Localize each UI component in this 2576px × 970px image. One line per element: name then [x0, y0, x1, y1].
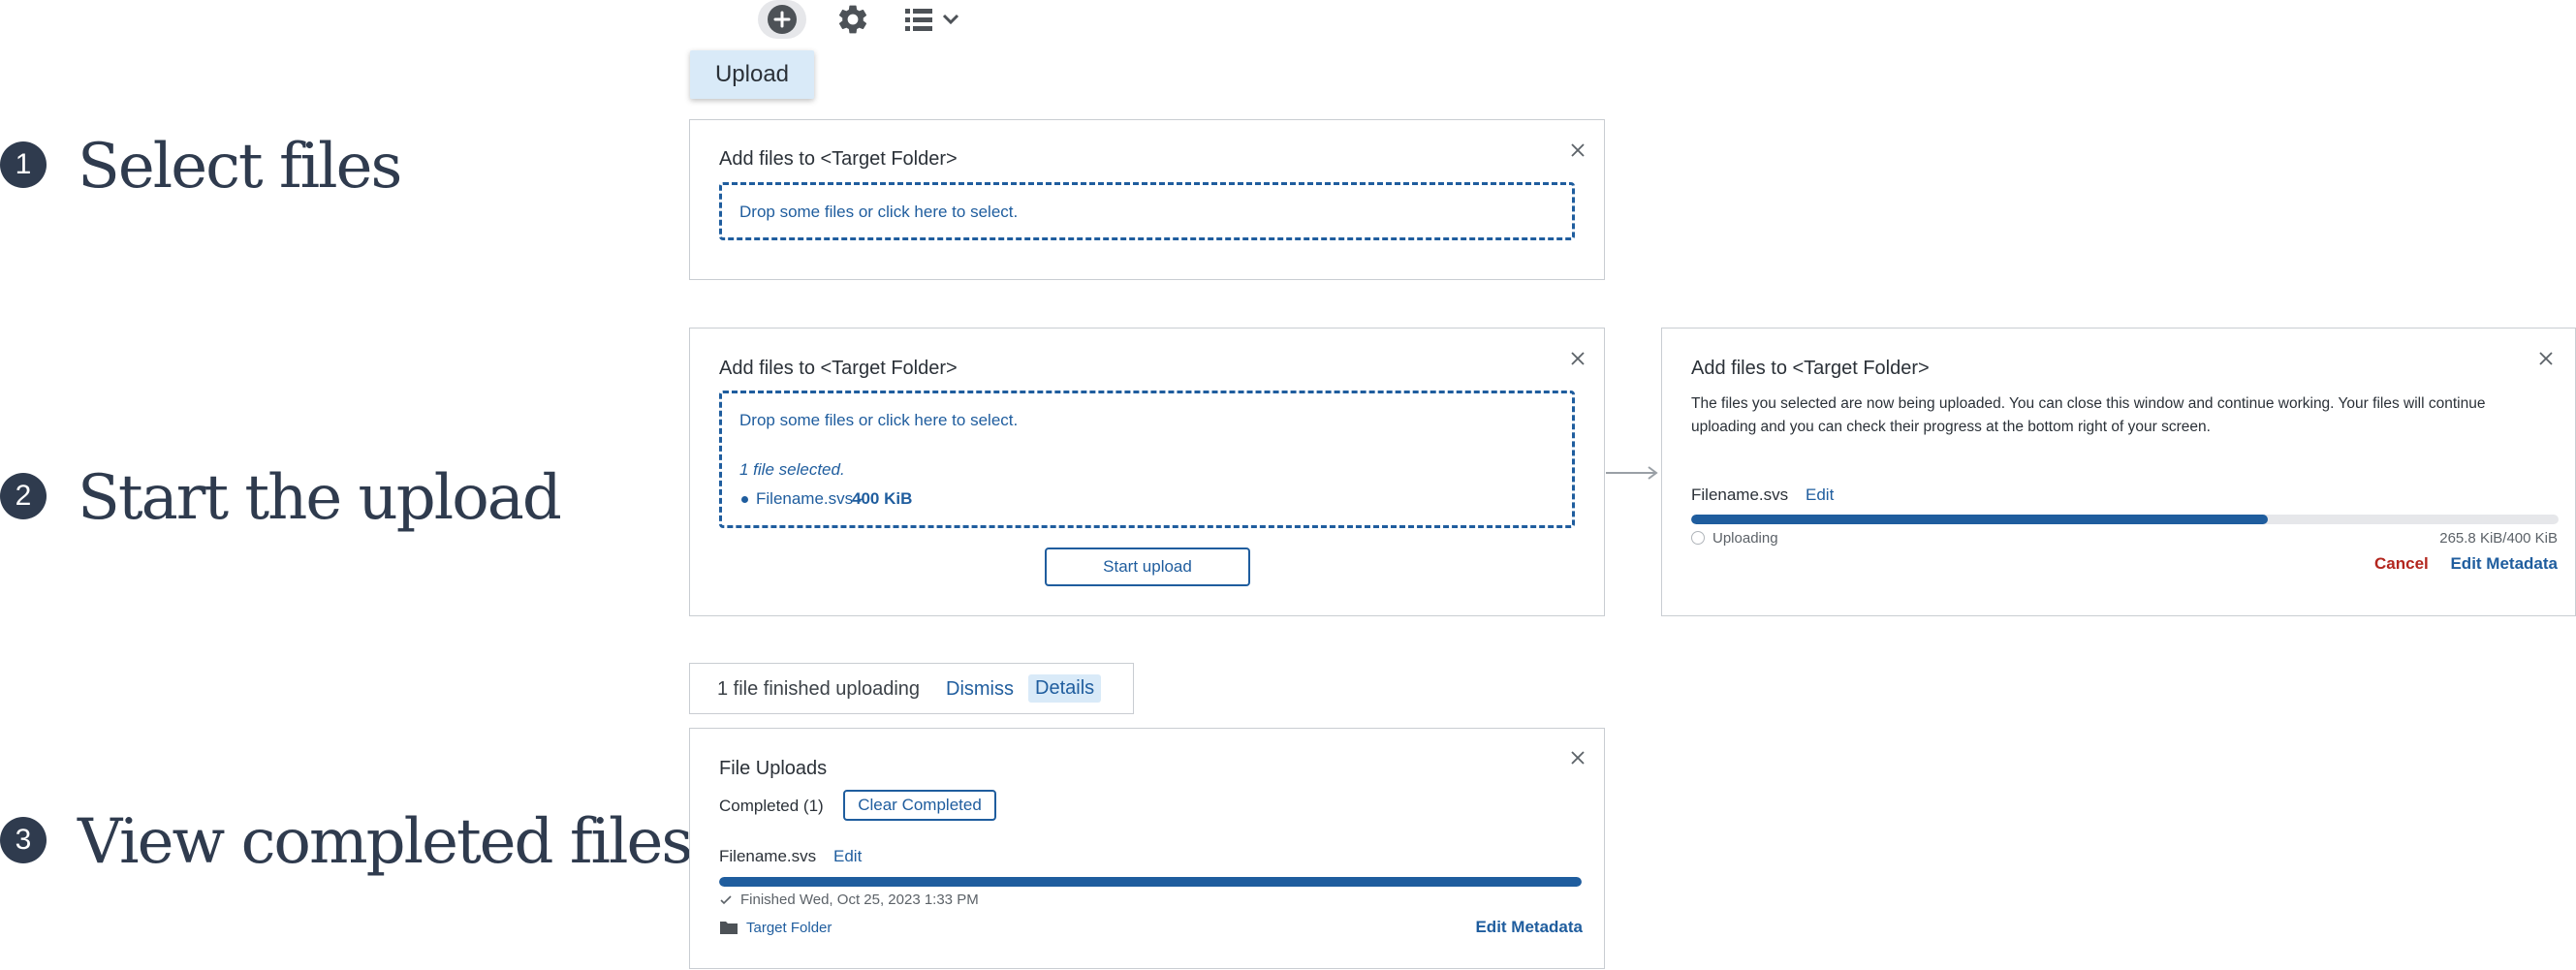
completed-label: Completed (1) [719, 797, 824, 815]
arrow-right-icon [1606, 466, 1658, 480]
chevron-down-icon [942, 14, 959, 25]
step-title-select-files: Select files [78, 131, 402, 203]
clear-completed-button[interactable]: Clear Completed [843, 790, 996, 821]
edit-link[interactable]: Edit [833, 847, 862, 866]
dropzone-text: Drop some files or click here to select. [739, 203, 1019, 221]
upload-message: The files you selected are now being upl… [1691, 395, 2486, 435]
file-uploads-panel: File Uploads Completed (1) Clear Complet… [689, 728, 1605, 969]
upload-progress-dialog: Add files to <Target Folder> The files y… [1661, 328, 2576, 616]
upload-progress-fill [1691, 515, 2268, 524]
upload-size-progress: 265.8 KiB/400 KiB [2439, 530, 2558, 547]
add-files-dialog-empty: Add files to <Target Folder> Drop some f… [689, 119, 1605, 280]
add-files-dialog-selected: Add files to <Target Folder> Drop some f… [689, 328, 1605, 616]
upload-menu-item[interactable]: Upload [690, 50, 814, 99]
dialog-title: Add files to <Target Folder> [719, 148, 958, 170]
selected-file-size: 400 KiB [852, 489, 913, 508]
details-button[interactable]: Details [1028, 674, 1102, 703]
dismiss-link[interactable]: Dismiss [946, 678, 1014, 701]
completed-progress-fill [719, 877, 1582, 887]
target-folder-link[interactable]: Target Folder [746, 920, 832, 936]
spinner-icon [1691, 531, 1705, 545]
toast-message: 1 file finished uploading [717, 678, 921, 700]
cancel-link[interactable]: Cancel [2374, 554, 2429, 574]
edit-link[interactable]: Edit [1806, 485, 1834, 505]
completed-progress-bar [719, 877, 1582, 887]
close-icon[interactable] [1568, 748, 1587, 767]
step-title-start-upload: Start the upload [78, 462, 562, 534]
plus-circle-icon [768, 5, 797, 34]
panel-title: File Uploads [719, 758, 828, 779]
add-button[interactable] [758, 0, 806, 39]
step-number-1: 1 [0, 141, 47, 188]
file-name: Filename.svs [719, 847, 817, 865]
step-number-3: 3 [0, 817, 47, 863]
view-toggle-button[interactable] [903, 6, 971, 35]
dialog-title: Add files to <Target Folder> [1691, 358, 1930, 379]
finished-timestamp: Finished Wed, Oct 25, 2023 1:33 PM [740, 892, 979, 908]
check-icon [720, 895, 732, 905]
upload-progress-bar [1691, 515, 2559, 524]
edit-metadata-link[interactable]: Edit Metadata [1475, 918, 1583, 937]
close-icon[interactable] [1568, 349, 1587, 368]
file-dropzone[interactable]: Drop some files or click here to select.… [719, 391, 1575, 528]
close-icon[interactable] [1568, 141, 1587, 160]
edit-metadata-link[interactable]: Edit Metadata [2450, 554, 2558, 574]
start-upload-button[interactable]: Start upload [1045, 548, 1250, 586]
bullet-icon [741, 496, 748, 503]
step-title-view-completed: View completed files [78, 806, 693, 878]
selected-file-name: Filename.svs - [756, 489, 868, 508]
list-view-icon [905, 9, 932, 31]
close-icon[interactable] [2536, 349, 2556, 368]
selected-count: 1 file selected. [739, 460, 845, 479]
upload-status: Uploading [1712, 530, 1778, 547]
file-name: Filename.svs [1691, 485, 1789, 504]
dropzone-text: Drop some files or click here to select. [739, 411, 1019, 429]
folder-icon [720, 922, 738, 934]
upload-complete-toast: 1 file finished uploading Dismiss Detail… [689, 663, 1134, 714]
step-number-2: 2 [0, 473, 47, 519]
gear-icon[interactable] [835, 2, 870, 37]
dialog-title: Add files to <Target Folder> [719, 358, 958, 379]
file-dropzone[interactable]: Drop some files or click here to select. [719, 182, 1575, 240]
